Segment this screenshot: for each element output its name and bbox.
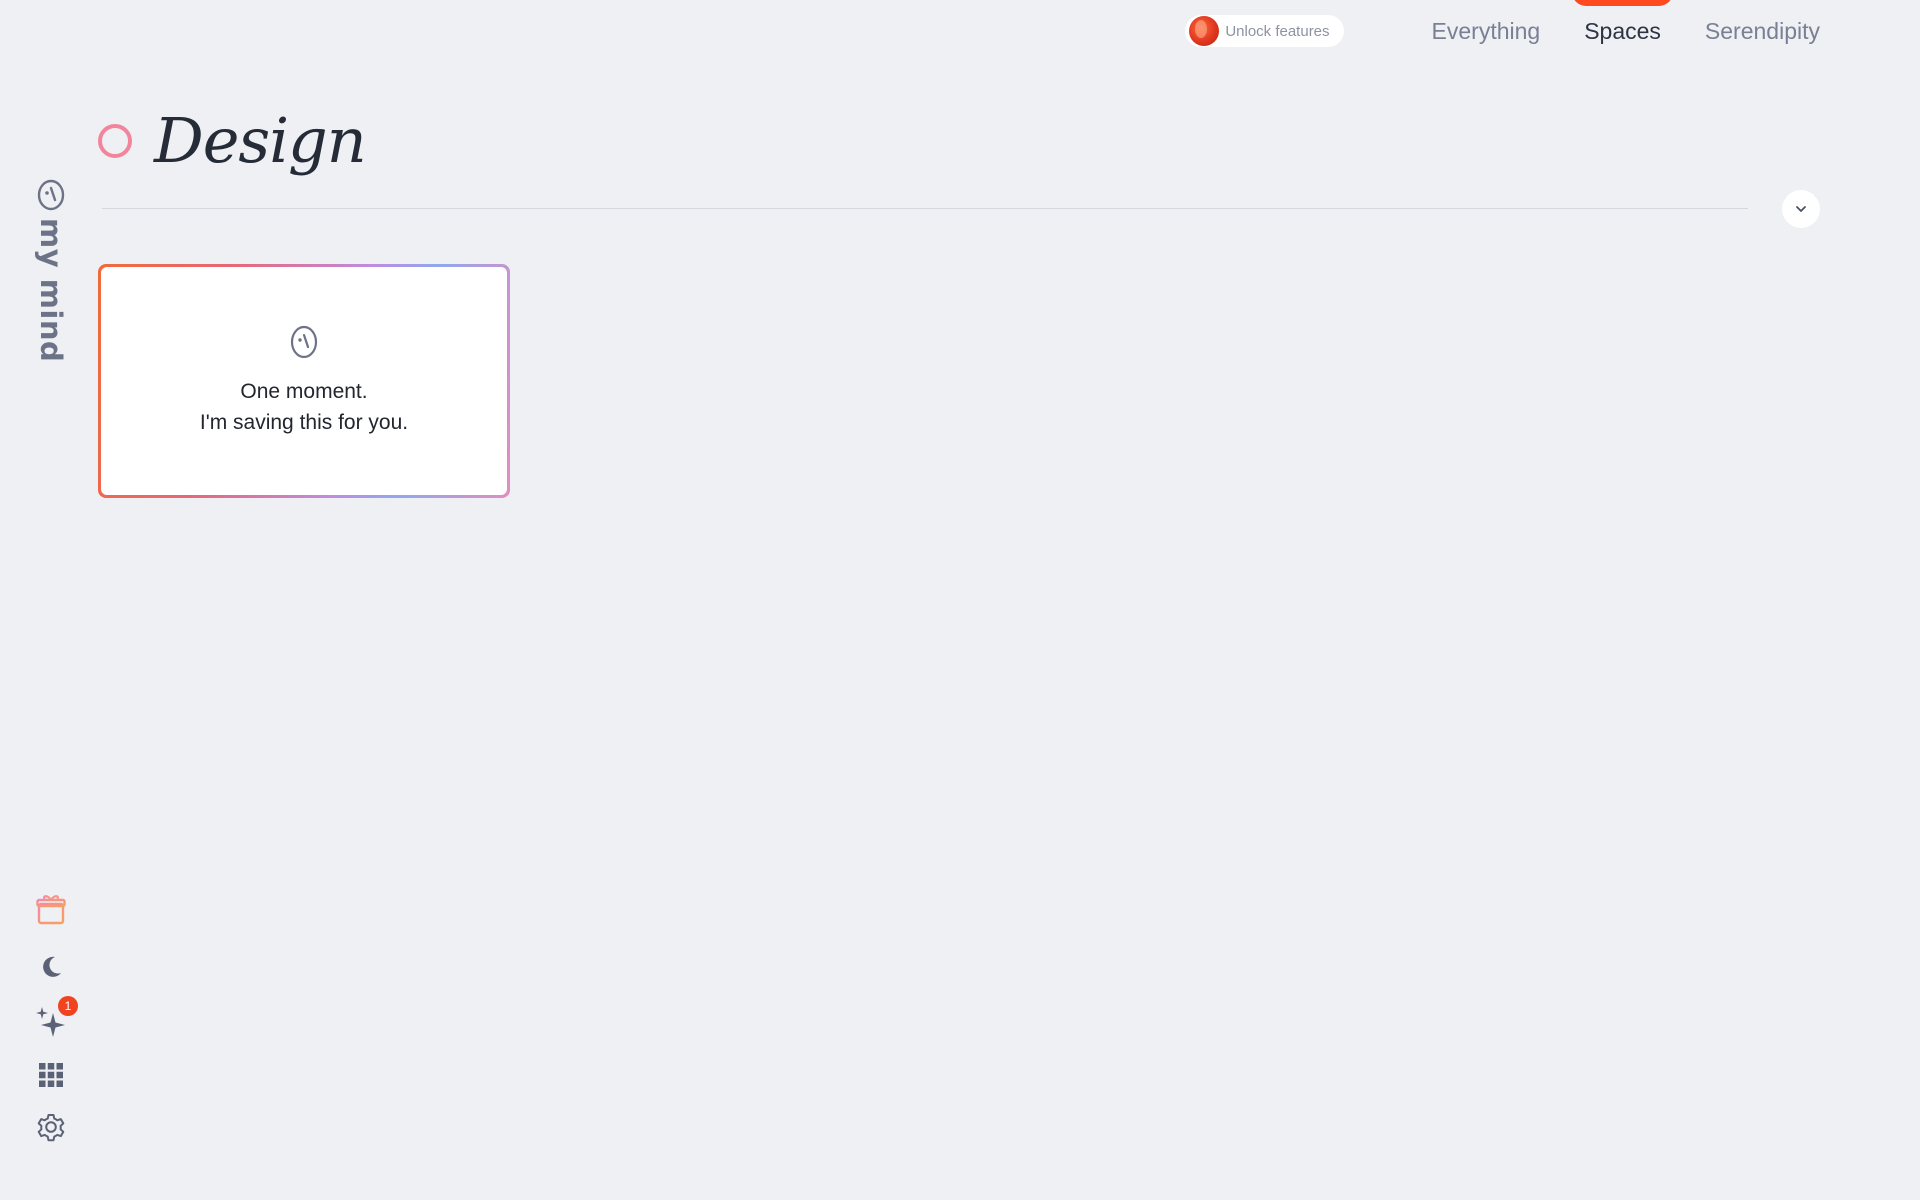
tab-spaces[interactable]: Spaces — [1572, 0, 1673, 62]
unlock-features-label: Unlock features — [1225, 22, 1330, 40]
collapse-button[interactable] — [1782, 190, 1820, 228]
notification-badge: 1 — [58, 996, 78, 1016]
grid-icon — [39, 1063, 63, 1087]
brand-logo[interactable]: my mind — [34, 178, 68, 362]
tab-serendipity[interactable]: Serendipity — [1705, 0, 1820, 62]
space-header: Design — [98, 110, 367, 172]
apps-button[interactable] — [32, 1056, 70, 1094]
settings-button[interactable] — [32, 1108, 70, 1146]
unlock-features-button[interactable]: Unlock features — [1185, 15, 1344, 47]
whats-new-button[interactable]: 1 — [32, 996, 78, 1040]
saving-card[interactable]: One moment. I'm saving this for you. — [98, 264, 510, 498]
brand-name: my mind — [34, 218, 68, 363]
chevron-down-icon — [1796, 206, 1806, 212]
gift-icon — [36, 895, 66, 925]
tab-everything[interactable]: Everything — [1432, 0, 1541, 62]
saving-message-line1: One moment. — [240, 380, 368, 403]
space-color-dot[interactable] — [98, 124, 132, 158]
avatar — [1189, 16, 1220, 46]
saving-message-line2: I'm saving this for you. — [199, 411, 409, 434]
moon-icon — [43, 956, 61, 977]
dark-mode-button[interactable] — [32, 948, 70, 986]
gear-icon — [37, 1114, 65, 1142]
page-title[interactable]: Design — [154, 110, 367, 172]
app-window: Unlock features Everything Spaces Serend… — [0, 0, 1920, 1200]
top-nav: Unlock features Everything Spaces Serend… — [1185, 0, 1820, 62]
gift-button[interactable] — [32, 890, 70, 928]
mind-logo-icon — [290, 325, 318, 359]
mind-logo-icon — [37, 179, 65, 211]
header-divider — [102, 208, 1748, 209]
saving-card-body: One moment. I'm saving this for you. — [101, 267, 507, 495]
